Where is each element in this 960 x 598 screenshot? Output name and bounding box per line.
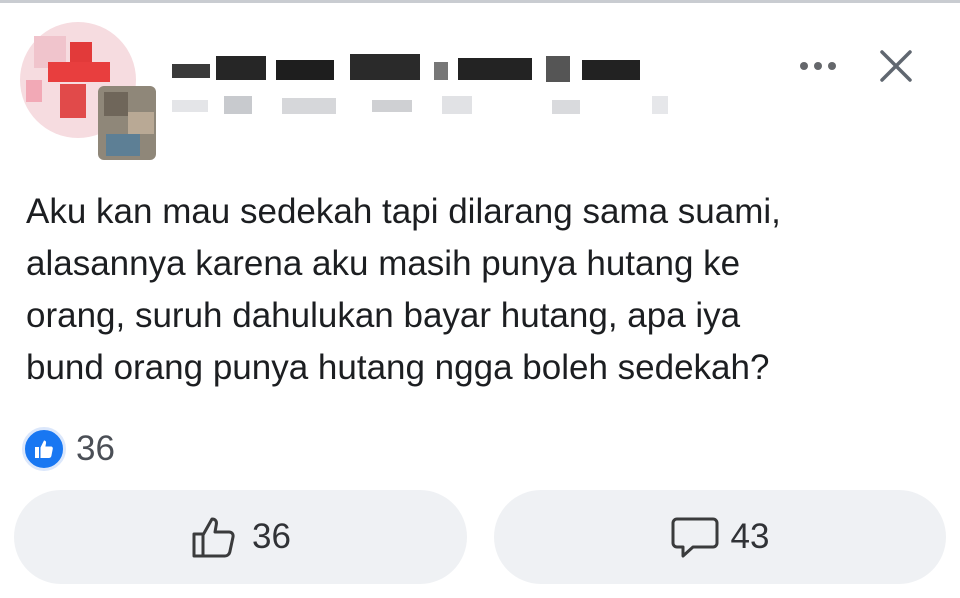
name-pixel xyxy=(276,60,334,80)
meta-pixel xyxy=(224,96,252,114)
more-dots-icon xyxy=(800,62,808,70)
avatar-pixel xyxy=(48,62,110,82)
comment-count: 43 xyxy=(730,517,770,556)
meta-pixel xyxy=(172,100,208,112)
name-pixel xyxy=(582,60,640,80)
avatar-pixel xyxy=(106,134,140,156)
meta-pixel xyxy=(442,96,472,114)
meta-pixel xyxy=(552,100,580,114)
reaction-summary[interactable]: 36 xyxy=(22,426,115,472)
post-text: Aku kan mau sedekah tapi dilarang sama s… xyxy=(26,186,946,394)
name-pixel xyxy=(350,54,420,80)
post-text-line: alasannya karena aku masih punya hutang … xyxy=(26,244,741,283)
close-button[interactable] xyxy=(872,42,920,90)
name-pixel xyxy=(458,58,532,80)
author-name[interactable]: pixelated-name xyxy=(172,52,672,86)
name-pixel xyxy=(546,56,570,82)
avatar-pixel xyxy=(104,92,128,116)
close-icon xyxy=(880,50,912,82)
meta-pixel xyxy=(372,100,412,112)
meta-pixel xyxy=(282,98,336,114)
name-pixel xyxy=(172,64,210,78)
like-button[interactable]: 36 xyxy=(14,490,467,584)
comment-button[interactable]: 43 xyxy=(494,490,946,584)
like-count: 36 xyxy=(252,517,291,556)
thumbs-up-outline-icon xyxy=(192,517,235,558)
post-text-line: orang, suruh dahulukan bayar hutang, apa… xyxy=(26,296,741,335)
name-pixel xyxy=(434,62,448,80)
top-divider xyxy=(0,0,960,3)
meta-pixel xyxy=(652,96,668,114)
avatar[interactable] xyxy=(20,22,158,160)
post-text-line: bund orang punya hutang ngga boleh sedek… xyxy=(26,348,770,387)
comment-bubble-icon xyxy=(671,517,719,558)
post-text-line: Aku kan mau sedekah tapi dilarang sama s… xyxy=(26,192,781,231)
more-options-button[interactable] xyxy=(792,48,844,84)
like-reaction-icon xyxy=(22,427,66,471)
post-timestamp[interactable]: pixelated-meta xyxy=(172,94,672,120)
name-pixel xyxy=(216,56,266,80)
avatar-pixel xyxy=(128,112,154,134)
reaction-count: 36 xyxy=(76,429,115,468)
avatar-pixel xyxy=(60,84,86,118)
avatar-pixel xyxy=(26,80,42,102)
